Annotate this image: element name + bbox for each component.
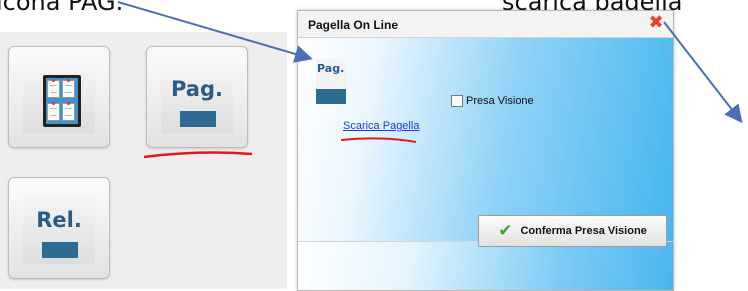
arrow-to-dialog-icon bbox=[117, 1, 313, 63]
red-underline-link bbox=[340, 137, 417, 143]
red-underline-tile bbox=[143, 151, 253, 159]
annotation-overlay bbox=[117, 1, 743, 159]
arrow-to-download bbox=[663, 21, 743, 124]
